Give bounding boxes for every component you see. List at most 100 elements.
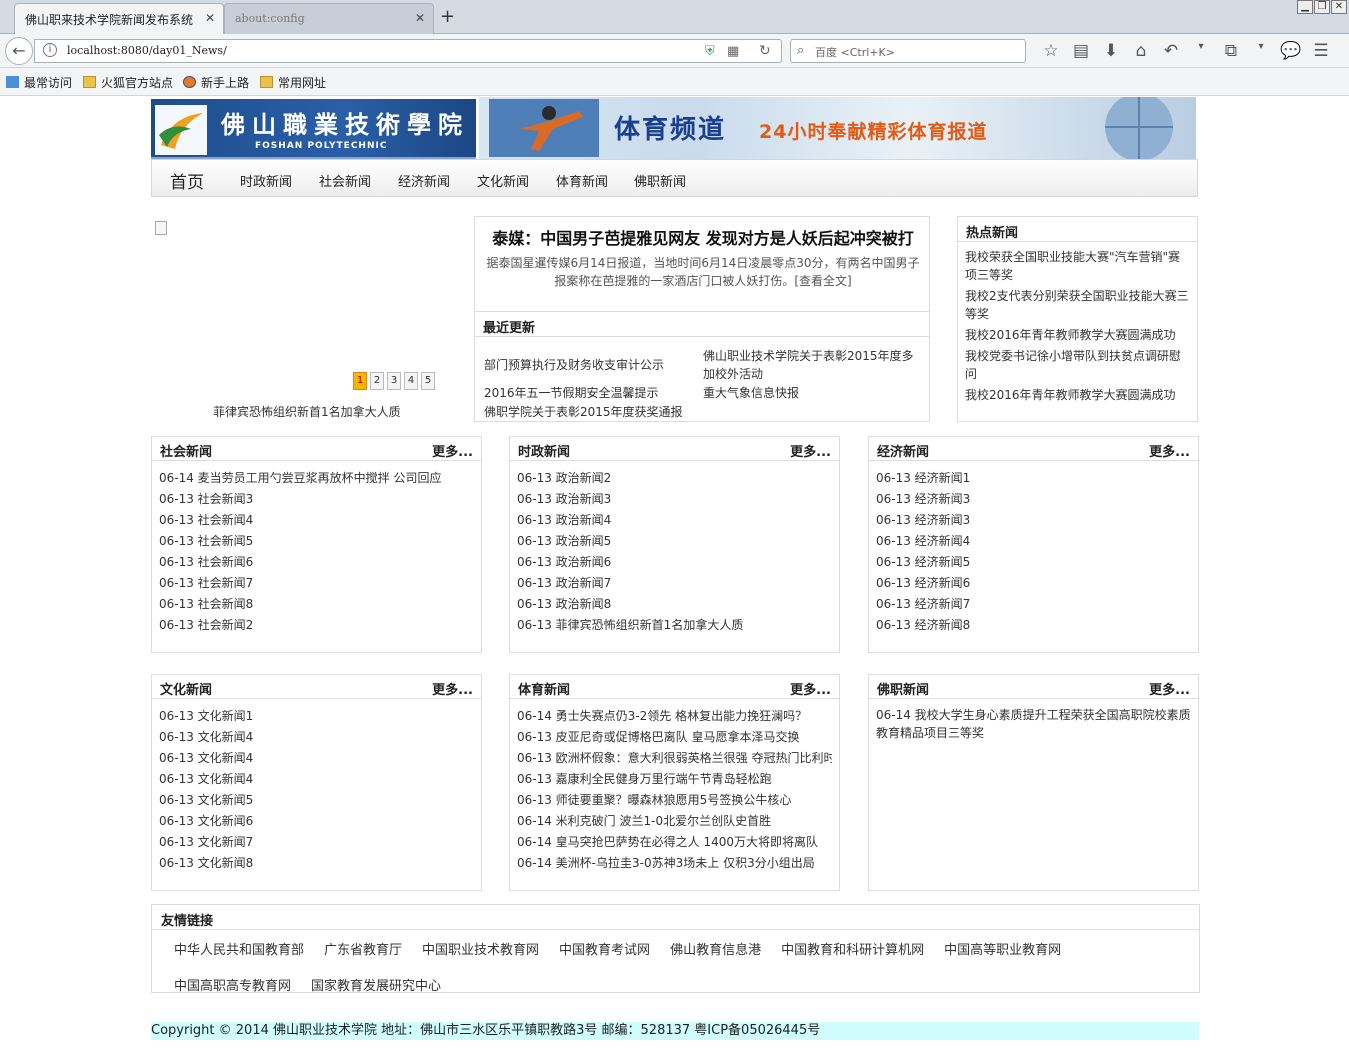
friend-link[interactable]: 佛山教育信息港 — [670, 939, 761, 958]
news-item[interactable]: 06-13 文化新闻4 — [159, 727, 474, 748]
news-item[interactable]: 06-13 文化新闻4 — [159, 769, 474, 790]
hot-news-item[interactable]: 我校2支代表分别荣获全国职业技能大赛三等奖 — [965, 287, 1191, 323]
news-item[interactable]: 06-13 社会新闻7 — [159, 573, 474, 594]
news-item[interactable]: 06-13 经济新闻6 — [876, 573, 1191, 594]
new-tab-button[interactable]: + — [440, 6, 455, 27]
news-item[interactable]: 06-13 文化新闻6 — [159, 811, 474, 832]
more-link[interactable]: 更多... — [790, 441, 831, 460]
hot-news-item[interactable]: 我校荣获全国职业技能大赛"汽车营销"赛项三等奖 — [965, 248, 1191, 284]
url-text[interactable]: localhost:8080/day01_News/ — [67, 44, 227, 57]
dropdown-icon[interactable]: ▾ — [1246, 41, 1276, 61]
nav-economy[interactable]: 经济新闻 — [398, 171, 450, 190]
friend-link[interactable]: 国家教育发展研究中心 — [311, 975, 441, 994]
headline-title[interactable]: 泰媒：中国男子芭提雅见网友 发现对方是人妖后起冲突被打 — [475, 225, 931, 249]
news-item[interactable]: 06-13 文化新闻5 — [159, 790, 474, 811]
news-item[interactable]: 06-14 皇马突抢巴萨势在必得之人 1400万大将即将离队 — [517, 832, 832, 853]
news-item[interactable]: 06-13 政治新闻7 — [517, 573, 832, 594]
carousel-page-5[interactable]: 5 — [421, 372, 435, 390]
broken-image-icon[interactable] — [155, 221, 167, 235]
nav-politics[interactable]: 时政新闻 — [240, 171, 292, 190]
news-item[interactable]: 06-13 经济新闻5 — [876, 552, 1191, 573]
news-item[interactable]: 06-13 经济新闻7 — [876, 594, 1191, 615]
minimize-icon[interactable]: ▁ — [1297, 0, 1313, 14]
more-link[interactable]: 更多... — [790, 679, 831, 698]
news-item[interactable]: 06-13 社会新闻8 — [159, 594, 474, 615]
news-item[interactable]: 06-13 皮亚尼奇或促博格巴离队 皇马愿拿本泽马交换 — [517, 727, 832, 748]
close-icon[interactable]: ✕ — [205, 11, 215, 25]
friend-link[interactable]: 中华人民共和国教育部 — [174, 939, 304, 958]
news-item[interactable]: 06-13 文化新闻8 — [159, 853, 474, 874]
reload-icon[interactable]: ↻ — [759, 43, 771, 59]
recent-item[interactable]: 2016年五一节假期安全温馨提示 — [484, 384, 659, 402]
news-item[interactable]: 06-13 政治新闻3 — [517, 489, 832, 510]
news-item[interactable]: 06-13 社会新闻5 — [159, 531, 474, 552]
news-item[interactable]: 06-13 经济新闻3 — [876, 510, 1191, 531]
carousel-page-2[interactable]: 2 — [370, 372, 384, 390]
recent-item[interactable]: 部门预算执行及财务收支审计公示 — [484, 356, 664, 374]
qr-code-icon[interactable]: ▦ — [727, 44, 739, 59]
news-item[interactable]: 06-13 政治新闻2 — [517, 468, 832, 489]
tab-about-config[interactable]: about:config ✕ — [224, 3, 434, 34]
more-link[interactable]: 更多... — [432, 679, 473, 698]
bookmark-getting-started[interactable]: 新手上路 — [183, 74, 249, 91]
news-item[interactable]: 06-14 我校大学生身心素质提升工程荣获全国高职院校素质教育精品项目三等奖 — [876, 706, 1191, 742]
more-link[interactable]: 更多... — [432, 441, 473, 460]
close-window-icon[interactable]: ✕ — [1331, 0, 1347, 14]
info-icon[interactable]: i — [43, 43, 57, 57]
restore-icon[interactable]: ❐ — [1314, 0, 1330, 14]
menu-icon[interactable]: ☰ — [1306, 41, 1336, 61]
news-item[interactable]: 06-13 社会新闻3 — [159, 489, 474, 510]
download-icon[interactable]: ⬇ — [1096, 41, 1126, 61]
tab-news-system[interactable]: 佛山职来技术学院新闻发布系统 ✕ — [14, 3, 224, 35]
news-item[interactable]: 06-14 麦当劳员工用勺尝豆浆再放杯中搅拌 公司回应 — [159, 468, 474, 489]
recent-item[interactable]: 重大气象信息快报 — [703, 384, 799, 402]
close-icon[interactable]: ✕ — [415, 11, 425, 25]
hot-news-item[interactable]: 我校党委书记徐小增带队到扶贫点调研慰问 — [965, 347, 1191, 383]
screenshot-icon[interactable]: ⧉ — [1216, 41, 1246, 61]
news-item[interactable]: 06-13 经济新闻3 — [876, 489, 1191, 510]
news-item[interactable]: 06-13 欧洲杯假象：意大利很弱英格兰很强 夺冠热门比利时 — [517, 748, 832, 769]
bookmark-most-visited[interactable]: 最常访问 — [6, 74, 72, 91]
more-link[interactable]: 更多... — [1149, 441, 1190, 460]
shield-icon[interactable]: ⛨ — [705, 44, 715, 59]
news-item[interactable]: 06-13 经济新闻1 — [876, 468, 1191, 489]
news-item[interactable]: 06-13 菲律宾恐怖组织新首1名加拿大人质 — [517, 615, 832, 636]
url-bar[interactable]: i localhost:8080/day01_News/ ⛨ ▦ ↻ — [34, 39, 782, 63]
news-item[interactable]: 06-13 政治新闻5 — [517, 531, 832, 552]
news-item[interactable]: 06-14 米利克破门 波兰1-0北爱尔兰创队史首胜 — [517, 811, 832, 832]
dropdown-icon[interactable]: ▾ — [1186, 41, 1216, 61]
hot-news-item[interactable]: 我校2016年青年教师教学大赛圆满成功 — [965, 386, 1191, 404]
bookmark-firefox-site[interactable]: 火狐官方站点 — [83, 74, 173, 91]
carousel-page-3[interactable]: 3 — [387, 372, 401, 390]
news-item[interactable]: 06-13 嘉康利全民健身万里行端午节青岛轻松跑 — [517, 769, 832, 790]
news-item[interactable]: 06-13 社会新闻6 — [159, 552, 474, 573]
nav-home[interactable]: 首页 — [170, 168, 204, 193]
news-item[interactable]: 06-13 政治新闻4 — [517, 510, 832, 531]
school-logo-banner[interactable]: 佛山職業技術學院 FOSHAN POLYTECHNIC — [151, 99, 476, 159]
undo-icon[interactable]: ↶ — [1156, 41, 1186, 61]
friend-link[interactable]: 中国高等职业教育网 — [944, 939, 1061, 958]
carousel-page-1[interactable]: 1 — [353, 372, 367, 390]
back-arrow-icon[interactable]: ← — [5, 37, 33, 65]
friend-link[interactable]: 中国教育和科研计算机网 — [781, 939, 924, 958]
news-item[interactable]: 06-13 政治新闻8 — [517, 594, 832, 615]
home-icon[interactable]: ⌂ — [1126, 41, 1156, 61]
news-item[interactable]: 06-13 政治新闻6 — [517, 552, 832, 573]
hot-news-item[interactable]: 我校2016年青年教师教学大赛圆满成功 — [965, 326, 1191, 344]
recent-item[interactable]: 佛山职业技术学院关于表彰2015年度多加校外活动 — [703, 347, 919, 383]
friend-link[interactable]: 广东省教育厅 — [324, 939, 402, 958]
news-item[interactable]: 06-13 文化新闻1 — [159, 706, 474, 727]
more-link[interactable]: 更多... — [1149, 679, 1190, 698]
sports-channel-banner[interactable]: 体育频道 24小时奉献精彩体育报道 — [479, 97, 1196, 159]
friend-link[interactable]: 中国职业技术教育网 — [422, 939, 539, 958]
carousel-caption[interactable]: 菲律宾恐怖组织新首1名加拿大人质 — [213, 403, 401, 420]
recent-item[interactable]: 佛职学院关于表彰2015年度获奖通报 — [484, 403, 683, 421]
news-item[interactable]: 06-13 社会新闻2 — [159, 615, 474, 636]
news-item[interactable]: 06-13 经济新闻4 — [876, 531, 1191, 552]
nav-school-news[interactable]: 佛职新闻 — [634, 171, 686, 190]
reading-list-icon[interactable]: ▤ — [1066, 41, 1096, 61]
nav-society[interactable]: 社会新闻 — [319, 171, 371, 190]
nav-culture[interactable]: 文化新闻 — [477, 171, 529, 190]
search-input[interactable]: ⌕ 百度 <Ctrl+K> — [790, 39, 1026, 63]
friend-link[interactable]: 中国高职高专教育网 — [174, 975, 291, 994]
